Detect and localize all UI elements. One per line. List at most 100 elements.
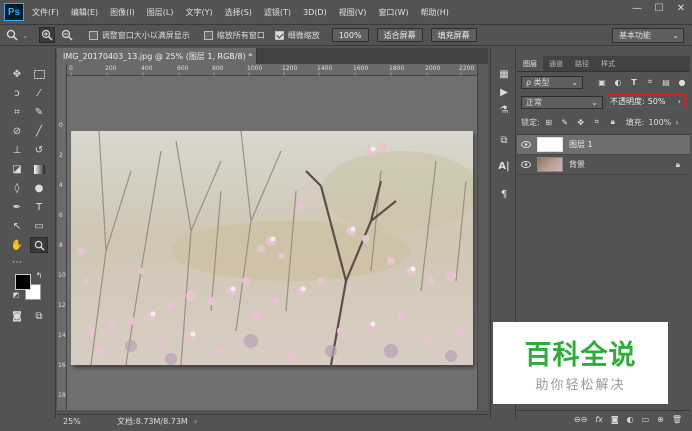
zoom-tool-preset-icon[interactable]	[4, 27, 20, 43]
layer-style-icon[interactable]: fx	[595, 415, 603, 424]
pen-tool-icon[interactable]: ✒	[8, 199, 26, 215]
new-layer-icon[interactable]: ⊕	[657, 415, 664, 424]
resize-windows-checkbox[interactable]: 调整窗口大小以满屏显示	[88, 30, 190, 41]
horizontal-ruler[interactable]: 0 200 400 600 800 1000 1200 1400 1600 18…	[67, 64, 477, 76]
menu-view[interactable]: 视图(V)	[339, 7, 367, 18]
magic-wand-tool-icon[interactable]: ⁄	[30, 85, 48, 101]
filter-toggle-icon[interactable]: ●	[675, 76, 689, 88]
lock-all-icon[interactable]: 🔒︎	[606, 116, 620, 128]
dodge-tool-icon[interactable]: ●	[30, 180, 48, 196]
layer-row[interactable]: 背景 🔒︎	[517, 155, 690, 175]
menu-edit[interactable]: 编辑(E)	[71, 7, 98, 18]
history-brush-tool-icon[interactable]: ↺	[30, 142, 48, 158]
move-tool-icon[interactable]: ✥	[8, 66, 26, 82]
delete-layer-icon[interactable]: 🗑︎	[672, 415, 682, 424]
fit-screen-button[interactable]: 适合屏幕	[376, 28, 423, 42]
zoom-tool-icon[interactable]	[30, 237, 48, 253]
blur-tool-icon[interactable]: ◊	[8, 180, 26, 196]
add-mask-icon[interactable]: ◙	[611, 415, 619, 424]
lock-image-icon[interactable]: ✎	[558, 116, 572, 128]
blend-mode-select[interactable]: 正常 ⌄	[521, 95, 603, 109]
quick-mask-icon[interactable]: ◙	[8, 308, 26, 324]
chevron-right-icon[interactable]: ›	[678, 97, 681, 106]
type-tool-icon[interactable]: T	[30, 199, 48, 215]
menu-select[interactable]: 选择(S)	[225, 7, 252, 18]
lasso-tool-icon[interactable]: ↄ	[8, 85, 26, 101]
default-colors-icon[interactable]: ◩	[12, 291, 20, 299]
chevron-down-icon[interactable]: ⌄	[22, 31, 29, 40]
gradient-tool-icon[interactable]	[30, 161, 48, 177]
layer-name[interactable]: 图层 1	[569, 139, 593, 150]
shape-filter-icon[interactable]: ⌗	[643, 76, 657, 88]
zoom-level[interactable]: 25%	[63, 417, 103, 426]
eyedropper-tool-icon[interactable]: ✎	[30, 104, 48, 120]
new-adjustment-icon[interactable]: ◐	[627, 415, 634, 424]
clone-stamp-tool-icon[interactable]: ⊥	[8, 142, 26, 158]
zoom-in-icon[interactable]	[38, 27, 55, 43]
kind-filter-select[interactable]: ρ 类型 ⌄	[521, 75, 583, 89]
visibility-eye-icon[interactable]	[517, 161, 535, 168]
lock-position-icon[interactable]: ✥	[574, 116, 588, 128]
zoom-100-button[interactable]: 100%	[331, 28, 369, 42]
close-button[interactable]: ✕	[670, 0, 692, 16]
maximize-button[interactable]: ☐	[648, 0, 670, 16]
healing-brush-tool-icon[interactable]: ⊘	[8, 123, 26, 139]
actions-play-icon[interactable]: ▶	[495, 84, 513, 100]
marquee-tool-icon[interactable]	[30, 66, 48, 82]
swap-colors-icon[interactable]: ↰	[34, 270, 44, 280]
canvas-area[interactable]	[67, 76, 477, 410]
lock-transparent-icon[interactable]: ⊞	[542, 116, 556, 128]
layer-name[interactable]: 背景	[569, 159, 585, 170]
zoom-out-icon[interactable]	[59, 27, 75, 43]
path-selection-tool-icon[interactable]: ↖	[8, 218, 26, 234]
minimize-button[interactable]: —	[626, 0, 648, 16]
visibility-eye-icon[interactable]	[517, 141, 535, 148]
document-image[interactable]	[71, 131, 473, 365]
adjustments-icon[interactable]: ⚗	[495, 102, 513, 118]
tab-layers[interactable]: 图层	[517, 56, 543, 71]
menu-file[interactable]: 文件(F)	[32, 7, 59, 18]
foreground-color-swatch[interactable]	[15, 274, 31, 290]
workspace-select[interactable]: 基本功能 ⌄	[612, 28, 684, 43]
chevron-right-icon[interactable]: ›	[194, 417, 197, 426]
paragraph-panel-icon[interactable]: ¶	[495, 186, 513, 202]
vertical-ruler[interactable]: 0 2 4 6 8 10 12 14 16 18	[57, 64, 67, 410]
fill-value[interactable]: 100%	[648, 118, 671, 127]
menu-layer[interactable]: 图层(L)	[147, 7, 174, 18]
link-layers-icon[interactable]: ⊖⊖	[574, 415, 587, 424]
menu-help[interactable]: 帮助(H)	[421, 7, 449, 18]
eraser-tool-icon[interactable]: ◪	[8, 161, 26, 177]
shape-tool-icon[interactable]: ▭	[30, 218, 48, 234]
layer-row[interactable]: 图层 1	[517, 135, 690, 155]
character-panel-icon[interactable]: A|	[495, 158, 513, 174]
layer-comps-icon[interactable]: ⧉	[495, 132, 513, 148]
menu-image[interactable]: 图像(I)	[110, 7, 135, 18]
menu-type[interactable]: 文字(Y)	[185, 7, 212, 18]
more-tools-icon[interactable]: ⋯	[8, 254, 26, 270]
adjustment-filter-icon[interactable]: ◐	[611, 76, 625, 88]
tab-paths[interactable]: 路径	[569, 56, 595, 71]
pixel-filter-icon[interactable]: ▣	[595, 76, 609, 88]
history-panel-icon[interactable]: ▦	[495, 66, 513, 82]
vertical-scrollbar[interactable]	[477, 64, 488, 410]
smart-object-filter-icon[interactable]: ▤	[659, 76, 673, 88]
menu-filter[interactable]: 滤镜(T)	[264, 7, 291, 18]
chevron-right-icon[interactable]: ›	[675, 118, 678, 127]
tab-styles[interactable]: 样式	[595, 56, 621, 71]
brush-tool-icon[interactable]: ╱	[30, 123, 48, 139]
document-tab[interactable]: IMG_20170403_13.jpg @ 25% (图层 1, RGB/8) …	[57, 48, 267, 64]
zoom-all-windows-checkbox[interactable]: 缩放所有窗口	[203, 30, 265, 41]
screen-mode-icon[interactable]: ⧉	[30, 308, 48, 324]
scrubby-zoom-checkbox[interactable]: 细微缩放	[274, 30, 320, 41]
artboard-lock-icon[interactable]: ⌗	[590, 116, 604, 128]
hand-tool-icon[interactable]: ✋	[8, 237, 26, 253]
menu-window[interactable]: 窗口(W)	[378, 7, 408, 18]
fill-screen-button[interactable]: 填充屏幕	[430, 28, 477, 42]
tab-channels[interactable]: 通道	[543, 56, 569, 71]
crop-tool-icon[interactable]: ⌗	[8, 104, 26, 120]
menu-3d[interactable]: 3D(D)	[303, 8, 327, 17]
opacity-value[interactable]: 50%	[648, 97, 666, 106]
new-group-icon[interactable]: ▭	[642, 415, 650, 424]
type-filter-icon[interactable]: T	[627, 76, 641, 88]
opacity-control[interactable]: 不透明度: 50% ›	[607, 94, 685, 108]
